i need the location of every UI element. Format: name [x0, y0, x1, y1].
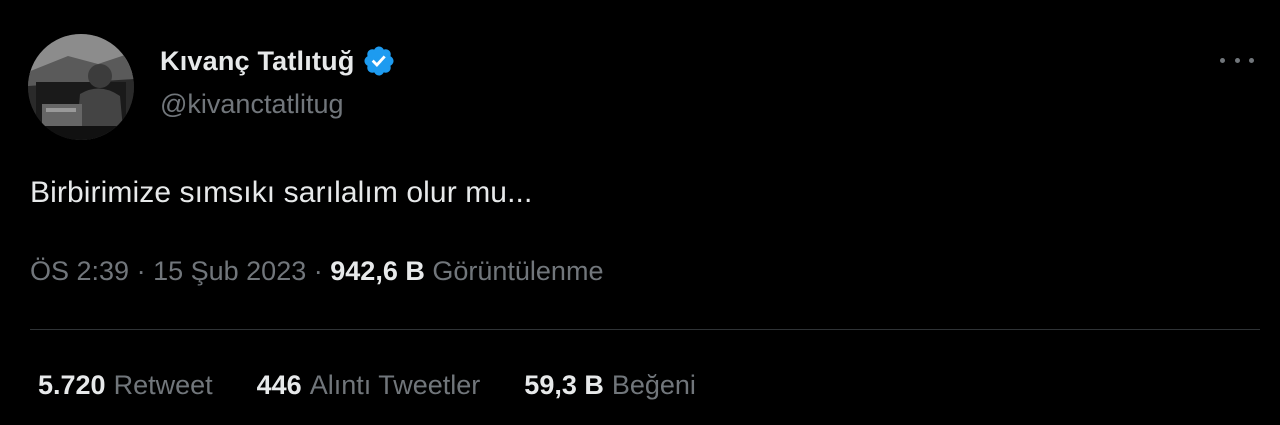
tweet-time[interactable]: ÖS 2:39 — [30, 256, 129, 286]
quote-tweets-count: 446 — [256, 370, 302, 400]
tweet-date[interactable]: 15 Şub 2023 — [153, 256, 306, 286]
divider — [30, 329, 1260, 330]
tweet-stats: 5.720 Retweet 446 Alıntı Tweetler 59,3 B… — [38, 370, 696, 401]
author-name-row: Kıvanç Tatlıtuğ — [160, 42, 396, 80]
retweet-count: 5.720 — [38, 370, 106, 400]
dot — [1220, 57, 1225, 63]
tweet-card: Kıvanç Tatlıtuğ @kivanctatlitug Birbirim… — [0, 0, 1280, 425]
views-label: Görüntülenme — [432, 256, 604, 286]
meta-separator: · — [136, 256, 146, 286]
more-options-icon[interactable] — [1220, 50, 1254, 70]
author-handle[interactable]: @kivanctatlitug — [160, 89, 396, 120]
meta-separator: · — [313, 256, 323, 286]
author-display-name[interactable]: Kıvanç Tatlıtuğ — [160, 46, 355, 77]
retweet-label: Retweet — [113, 370, 213, 400]
quote-tweets-stat[interactable]: 446 Alıntı Tweetler — [257, 370, 481, 401]
likes-stat[interactable]: 59,3 B Beğeni — [524, 370, 696, 401]
verified-badge-icon — [364, 46, 394, 76]
dot — [1234, 57, 1240, 63]
avatar-image — [28, 34, 134, 140]
dot — [1249, 57, 1254, 63]
quote-tweets-label: Alıntı Tweetler — [309, 370, 481, 400]
tweet-text: Birbirimize sımsıkı sarılalım olur mu... — [30, 176, 533, 209]
retweet-stat[interactable]: 5.720 Retweet — [38, 370, 213, 401]
author-info: Kıvanç Tatlıtuğ @kivanctatlitug — [160, 42, 396, 120]
likes-count: 59,3 B — [524, 370, 604, 400]
profile-avatar[interactable] — [28, 34, 134, 140]
tweet-meta: ÖS 2:39 · 15 Şub 2023 · 942,6 B Görüntül… — [30, 256, 603, 287]
likes-label: Beğeni — [611, 370, 696, 400]
views-count: 942,6 B — [330, 256, 425, 286]
